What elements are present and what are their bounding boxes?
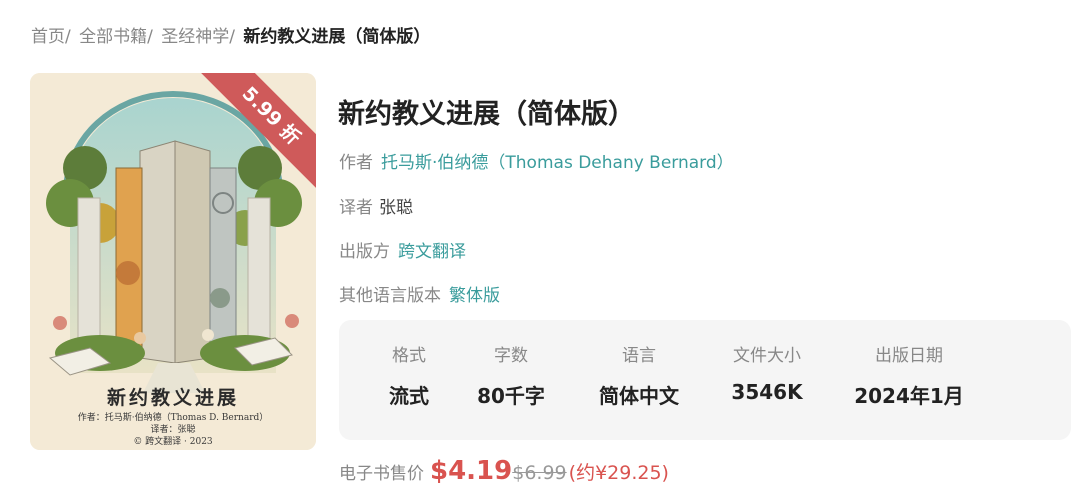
spec-value: 流式 [389, 384, 429, 408]
spec-publish-date: 出版日期 2024年1月 [839, 320, 979, 440]
publisher-link[interactable]: 跨文翻译 [398, 242, 466, 262]
current-price: $4.19 [430, 456, 513, 486]
publisher-row: 出版方 跨文翻译 [339, 237, 466, 262]
spec-label: 语言 [622, 346, 656, 366]
spec-label: 出版日期 [875, 346, 943, 366]
spec-file-size: 文件大小 3546K [712, 320, 822, 440]
spec-format: 格式 流式 [359, 320, 459, 440]
other-language-row: 其他语言版本 繁体版 [339, 281, 500, 306]
spec-value: 2024年1月 [854, 384, 964, 408]
spec-label: 格式 [392, 346, 426, 366]
spec-label: 文件大小 [733, 346, 801, 366]
publisher-label: 出版方 [339, 242, 390, 262]
book-cover[interactable]: 新约教义进展 作者：托马斯·伯纳德（Thomas D. Bernard） 译者：… [30, 73, 316, 450]
other-language-label: 其他语言版本 [339, 286, 441, 306]
breadcrumb-separator: / [229, 27, 236, 47]
spec-panel: 格式 流式 字数 80千字 语言 简体中文 文件大小 3546K 出版日期 20… [339, 320, 1071, 440]
other-language-link[interactable]: 繁体版 [449, 286, 500, 306]
author-link[interactable]: 托马斯·伯纳德（Thomas Dehany Bernard） [381, 153, 734, 173]
spec-value: 简体中文 [599, 384, 679, 408]
author-row: 作者 托马斯·伯纳德（Thomas Dehany Bernard） [339, 148, 734, 173]
original-price: $6.99 [512, 462, 567, 484]
breadcrumb-separator: / [65, 27, 71, 47]
breadcrumb-home[interactable]: 首页 [31, 27, 65, 47]
breadcrumb-current: 新约教义进展（简体版） [243, 27, 431, 47]
spec-word-count: 字数 80千字 [461, 320, 561, 440]
cover-copyright-line: © 跨文翻译 · 2023 [133, 437, 213, 447]
cover-title: 新约教义进展 [106, 387, 239, 409]
breadcrumb: 首页/ 全部书籍/ 圣经神学/ 新约教义进展（简体版） [31, 22, 430, 47]
price-label: 电子书售价 [339, 464, 424, 484]
translator-label: 译者 [339, 198, 373, 218]
spec-label: 字数 [494, 346, 528, 366]
author-label: 作者 [339, 153, 373, 173]
spec-value: 3546K [731, 380, 803, 404]
rmb-price: (约¥29.25) [568, 462, 669, 484]
spec-language: 语言 简体中文 [574, 320, 704, 440]
price-row: 电子书售价 $4.19$6.99 (约¥29.25) [339, 456, 669, 486]
breadcrumb-biblical-theology[interactable]: 圣经神学 [161, 27, 229, 47]
translator-row: 译者 张聪 [339, 193, 413, 218]
book-title: 新约教义进展（简体版） [338, 99, 635, 130]
spec-value: 80千字 [477, 384, 545, 408]
breadcrumb-all-books[interactable]: 全部书籍 [79, 27, 147, 47]
translator-value: 张聪 [379, 198, 413, 218]
breadcrumb-separator: / [147, 27, 153, 47]
